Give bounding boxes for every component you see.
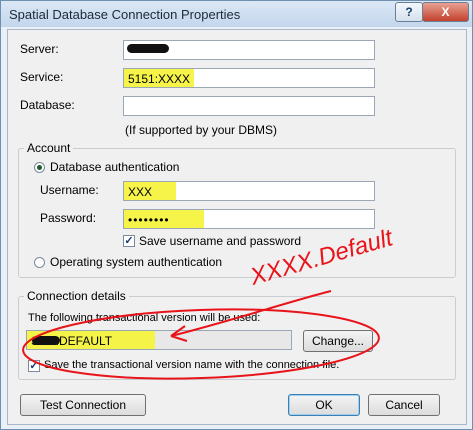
annotation-ellipse — [22, 308, 380, 380]
annotation-overlay: XXXX.Default — [22, 224, 397, 380]
annotation-text: XXXX.Default — [246, 224, 397, 291]
dialog-window: Spatial Database Connection Properties ?… — [0, 0, 473, 430]
